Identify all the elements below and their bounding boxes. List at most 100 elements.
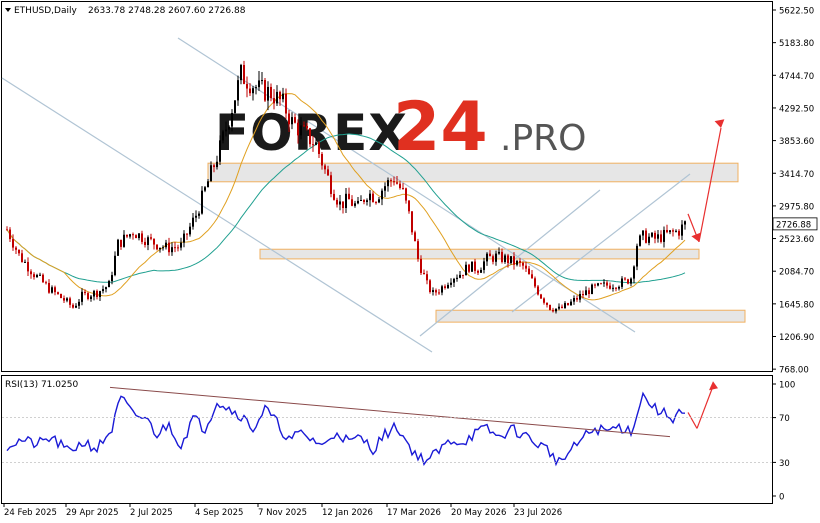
candle-body (660, 234, 662, 242)
candle-body (399, 183, 401, 189)
candle-body (531, 274, 533, 279)
candle-body (15, 247, 17, 250)
candle-body (123, 234, 125, 247)
candle-body (492, 256, 494, 262)
candle-body (132, 234, 134, 236)
candle-body (288, 113, 290, 125)
candle-body (330, 175, 332, 194)
watermark-number: 24 (393, 88, 488, 167)
candle-body (384, 186, 386, 191)
candle-body (378, 199, 380, 203)
candle-body (474, 261, 476, 271)
candle-body (249, 88, 251, 94)
candle-body (144, 241, 146, 245)
candle-body (207, 181, 209, 188)
candle-body (642, 230, 644, 236)
candle-body (441, 286, 443, 293)
candle-body (495, 253, 497, 262)
candle-body (414, 232, 416, 242)
candle-body (18, 249, 20, 254)
candle-body (453, 278, 455, 283)
candle-body (228, 126, 230, 130)
candle-body (69, 298, 71, 305)
price-tick-label: 3853.60 (779, 137, 814, 147)
candle-body (219, 140, 221, 162)
candle-body (258, 80, 260, 88)
candle-body (681, 224, 683, 236)
candle-body (84, 291, 86, 294)
candle-body (216, 161, 218, 168)
candle-body (612, 287, 614, 289)
candle-body (582, 293, 584, 296)
candle-body (168, 242, 170, 253)
candle-body (429, 280, 431, 293)
candle-body (450, 282, 452, 285)
candle-body (591, 284, 593, 294)
candle-body (585, 290, 587, 296)
candle-body (402, 188, 404, 190)
candle-body (45, 282, 47, 284)
candle-body (156, 244, 158, 250)
candle-body (354, 203, 356, 206)
rsi-tick-label: 0 (779, 493, 784, 503)
candle-body (9, 229, 11, 240)
candle-body (348, 193, 350, 200)
candle-body (189, 226, 191, 235)
candle-body (309, 128, 311, 145)
candle-body (648, 236, 650, 243)
candle-body (135, 235, 137, 239)
candle-body (36, 274, 38, 278)
date-tick-label: 12 Jan 2026 (322, 508, 373, 518)
candle-body (153, 238, 155, 245)
watermark-suffix: .PRO (500, 118, 587, 159)
candle-body (33, 274, 35, 278)
candle-body (555, 308, 557, 312)
price-tick-label: 5622.50 (779, 7, 814, 17)
candle-body (645, 230, 647, 243)
ohlc-readout: 2633.78 2748.28 2607.60 2726.88 (88, 6, 246, 16)
candle-body (27, 261, 29, 272)
candle-body (327, 169, 329, 176)
candle-body (552, 309, 554, 312)
candle-body (87, 293, 89, 299)
candle-body (621, 278, 623, 287)
price-tick-label: 5183.80 (779, 39, 814, 49)
candle-body (42, 274, 44, 283)
candle-body (483, 261, 485, 270)
candle-body (201, 190, 203, 214)
candle-body (366, 200, 368, 202)
candle-body (624, 278, 626, 280)
candle-body (234, 100, 236, 113)
candle-body (300, 125, 302, 136)
candle-body (513, 256, 515, 265)
price-tick-label: 2084.70 (779, 268, 814, 278)
candle-body (39, 274, 41, 276)
candle-body (651, 232, 653, 237)
candle-body (540, 294, 542, 299)
candle-body (420, 258, 422, 273)
candle-body (501, 251, 503, 262)
date-tick-label: 23 Jul 2026 (514, 508, 562, 518)
date-tick-label: 29 Apr 2025 (66, 508, 119, 518)
candle-body (261, 80, 263, 82)
candle-body (294, 117, 296, 123)
candle-body (669, 230, 671, 233)
candle-body (471, 261, 473, 272)
candle-body (177, 247, 179, 249)
candle-body (204, 187, 206, 191)
candle-body (558, 306, 560, 309)
candle-body (12, 239, 14, 248)
candle-body (21, 253, 23, 263)
candle-body (24, 261, 26, 263)
candle-body (573, 298, 575, 302)
candle-body (486, 253, 488, 262)
symbol-label: ETHUSD,Daily (14, 6, 77, 16)
rsi-panel-frame (1, 375, 773, 504)
watermark-brand: FOREX (215, 104, 408, 162)
candle-body (636, 245, 638, 267)
price-tick-label: 1645.80 (779, 300, 814, 310)
candle-body (114, 255, 116, 276)
candle-body (417, 241, 419, 259)
candle-body (561, 306, 563, 308)
candle-body (519, 260, 521, 263)
